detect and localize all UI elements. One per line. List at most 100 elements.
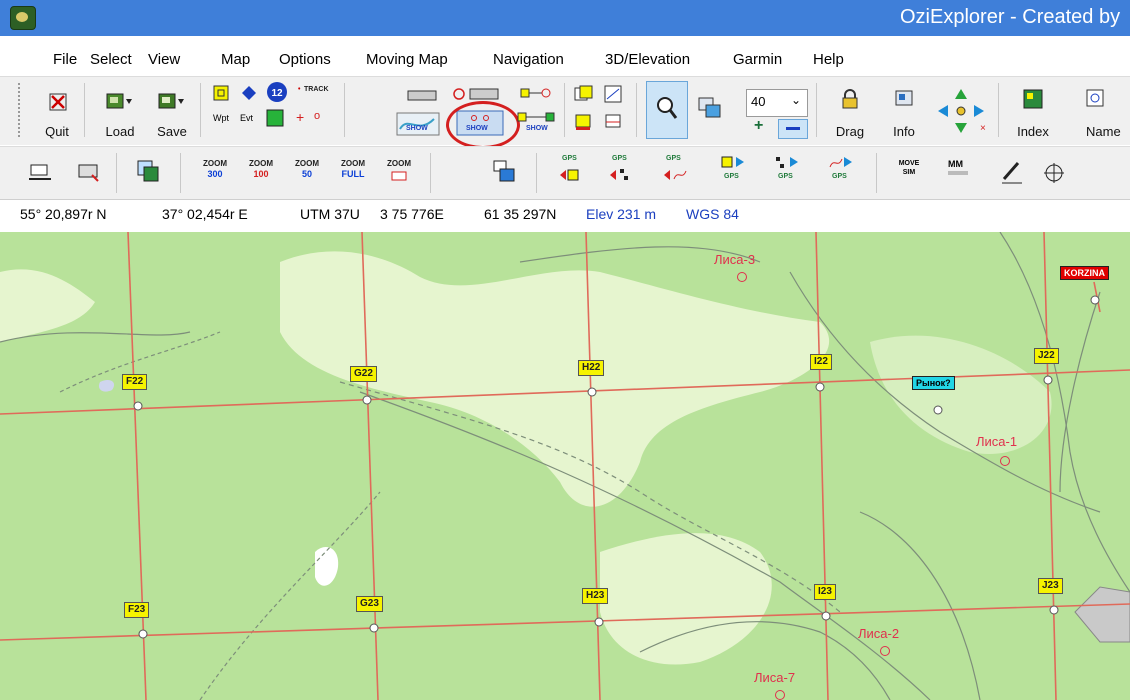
secondary-toolbar: ZOOM 300 ZOOM 100 ZOOM 50 ZOOM FULL ZOOM… (0, 146, 1130, 200)
toolbar-separator (998, 83, 999, 137)
hide-track-button[interactable] (396, 87, 440, 105)
name-search-button[interactable]: Name (1070, 81, 1130, 141)
print-button[interactable] (26, 159, 54, 185)
waypoint-label[interactable]: Лиса-1 (976, 434, 1017, 449)
quit-button[interactable]: Quit (40, 81, 74, 141)
waypoint-marker[interactable] (1000, 456, 1010, 466)
app-icon[interactable] (10, 6, 36, 30)
waypoints-hide-icon (453, 88, 499, 100)
save-button[interactable]: Save (152, 81, 192, 141)
save-map-icon (158, 93, 184, 109)
menu-moving-map[interactable]: Moving Map (366, 51, 448, 68)
show-track-button[interactable]: SHOW (396, 109, 440, 137)
load-button[interactable]: Load (100, 81, 140, 141)
crosshair-button[interactable] (1040, 159, 1068, 187)
waypoint-marker[interactable] (775, 690, 785, 700)
status-easting: 3 75 776E (380, 206, 444, 222)
zoom-300-button[interactable]: ZOOM 300 (202, 159, 228, 187)
menu-garmin[interactable]: Garmin (733, 51, 782, 68)
route-button[interactable]: 12 (264, 79, 290, 105)
index-button[interactable]: Index (1010, 81, 1056, 141)
waypoint-box-rynok[interactable]: Рынок? (912, 376, 955, 390)
toolbar-separator (816, 83, 817, 137)
grid-label[interactable]: F23 (124, 602, 150, 618)
map-copy-button[interactable] (572, 83, 596, 105)
waypoint-box-korzina[interactable]: KORZINA (1060, 266, 1109, 280)
grid-label[interactable]: G23 (356, 596, 383, 612)
zoom-level-value: 40 (751, 94, 766, 109)
grid-button[interactable] (602, 83, 626, 105)
route-hide-button[interactable] (516, 85, 554, 109)
moving-map-button[interactable]: MM (944, 157, 974, 187)
grid-label[interactable]: G22 (350, 366, 377, 382)
add-point-button[interactable]: + o (296, 109, 336, 127)
gps-download-track-icon (829, 157, 852, 168)
print-options-button[interactable] (74, 157, 102, 185)
zoom-rect-button[interactable]: ZOOM (386, 159, 412, 187)
map-canvas[interactable] (0, 232, 1130, 700)
waypoint-marker[interactable] (880, 646, 890, 656)
gps-download-track-button[interactable]: GPS (826, 155, 856, 187)
gps-upload-track-button[interactable]: GPS (660, 155, 690, 187)
route-show-button[interactable]: SHOW (516, 111, 556, 137)
waypoint-marker[interactable] (737, 272, 747, 282)
menu-3d-elevation[interactable]: 3D/Elevation (605, 51, 690, 68)
zoom-out-button[interactable] (778, 119, 808, 139)
map-outline-button[interactable] (602, 111, 626, 133)
menu-options[interactable]: Options (279, 51, 331, 68)
zoom-in-button[interactable]: + (750, 117, 772, 137)
info-label: Info (893, 124, 915, 139)
copy-map-button[interactable] (134, 157, 162, 185)
nav-pen-button[interactable] (996, 157, 1026, 187)
track-button[interactable]: • TRACK (298, 83, 338, 101)
move-sim-button[interactable]: MOVE SIM (894, 157, 924, 187)
map-border-button[interactable] (572, 111, 596, 133)
highlight-circle (446, 101, 520, 149)
menu-map[interactable]: Map (221, 51, 250, 68)
drag-button[interactable]: Drag (830, 81, 870, 141)
grid-label[interactable]: H22 (578, 360, 605, 376)
gps-download-waypoints-button[interactable]: GPS (718, 155, 748, 187)
map-view[interactable]: F22 G22 H22 I22 J22 F23 G23 H23 I23 J23 … (0, 232, 1130, 700)
zoom-100-label: 100 (253, 169, 269, 179)
pond (98, 379, 115, 392)
show-track-label: SHOW (406, 125, 428, 132)
waypoint-label[interactable]: Лиса-7 (754, 670, 795, 685)
toolbar-separator (430, 153, 431, 193)
gps-connect-button[interactable] (490, 157, 520, 187)
pan-button[interactable]: × (934, 87, 988, 135)
zoom-level-select[interactable]: 40 ⌄ (746, 89, 808, 117)
grid-label[interactable]: I23 (814, 584, 836, 600)
menu-help[interactable]: Help (813, 51, 844, 68)
wpt-show-button[interactable] (210, 83, 232, 103)
map-windows-button[interactable] (694, 95, 726, 123)
toolbar-grip[interactable] (18, 83, 26, 137)
grid-label[interactable]: I22 (810, 354, 832, 370)
gps-upload-waypoints-button[interactable]: GPS (556, 155, 586, 187)
route-show-label: SHOW (526, 125, 548, 132)
grid-label[interactable]: H23 (582, 588, 609, 604)
chevron-down-icon: ⌄ (790, 93, 801, 107)
grid-label[interactable]: J22 (1034, 348, 1059, 364)
menu-navigation[interactable]: Navigation (493, 51, 564, 68)
zoom-100-button[interactable]: ZOOM 100 (248, 159, 274, 187)
find-button[interactable] (646, 81, 688, 139)
menu-select[interactable]: Select (90, 51, 132, 68)
grid-lines-icon (604, 85, 622, 103)
pan-arrows-icon: × (938, 89, 986, 134)
green-c-button[interactable] (264, 107, 286, 129)
gps-upload-route-button[interactable]: GPS (606, 155, 636, 187)
waypoint-label[interactable]: Лиса-3 (714, 252, 755, 267)
menu-view[interactable]: View (148, 51, 180, 68)
waypoint-label[interactable]: Лиса-2 (858, 626, 899, 641)
gps-download-route-button[interactable]: GPS (772, 155, 802, 187)
zoom-full-button[interactable]: ZOOM FULL (340, 159, 366, 187)
info-button[interactable]: Info (884, 81, 924, 141)
event-button[interactable] (238, 83, 260, 103)
name-label: Name (1086, 124, 1121, 139)
info-icon (895, 90, 913, 106)
menu-file[interactable]: File (53, 51, 77, 68)
grid-label[interactable]: F22 (122, 374, 148, 390)
grid-label[interactable]: J23 (1038, 578, 1063, 594)
zoom-50-button[interactable]: ZOOM 50 (294, 159, 320, 187)
